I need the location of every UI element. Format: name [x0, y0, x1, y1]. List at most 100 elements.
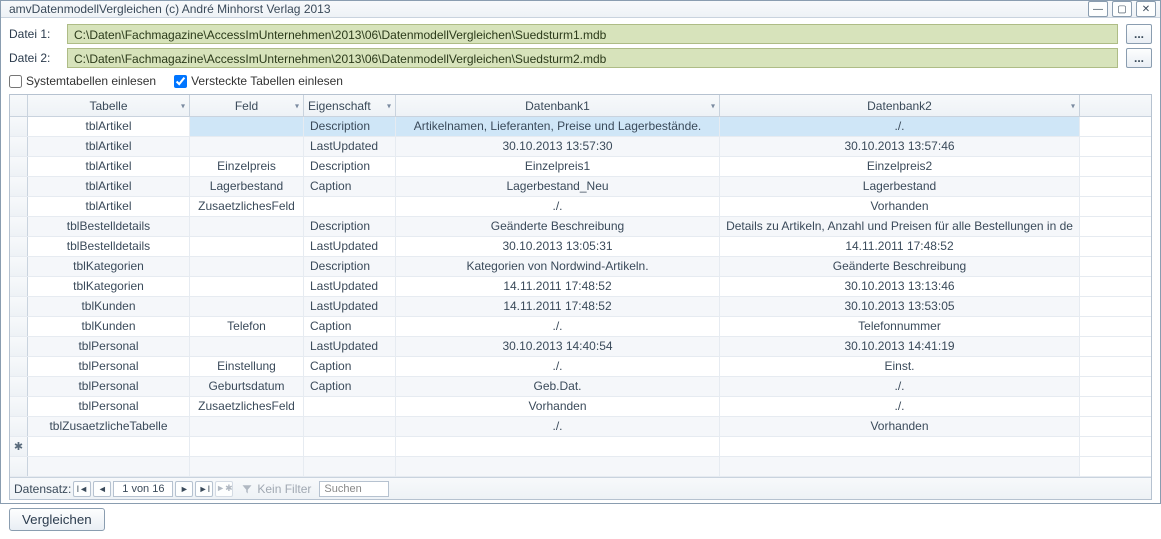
systemtables-checkbox[interactable]: Systemtabellen einlesen [9, 74, 156, 88]
hiddentables-input[interactable] [174, 75, 187, 88]
cell-feld[interactable] [190, 117, 304, 136]
row-selector[interactable] [10, 197, 28, 216]
table-row[interactable]: tblPersonalLastUpdated30.10.2013 14:40:5… [10, 337, 1151, 357]
cell-eigenschaft[interactable]: LastUpdated [304, 137, 396, 156]
cell-db1[interactable]: Artikelnamen, Lieferanten, Preise und La… [396, 117, 720, 136]
cell-db1[interactable]: ./. [396, 417, 720, 436]
cell-feld[interactable] [190, 297, 304, 316]
table-row[interactable]: tblPersonalGeburtsdatumCaptionGeb.Dat../… [10, 377, 1151, 397]
table-row[interactable]: tblPersonalZusaetzlichesFeldVorhanden./. [10, 397, 1151, 417]
row-selector[interactable] [10, 217, 28, 236]
cell-db1[interactable]: Einzelpreis1 [396, 157, 720, 176]
cell-db1[interactable]: Kategorien von Nordwind-Artikeln. [396, 257, 720, 276]
row-selector[interactable] [10, 337, 28, 356]
row-selector[interactable] [10, 177, 28, 196]
cell-db2[interactable]: ./. [720, 377, 1080, 396]
cell-db2[interactable]: Telefonnummer [720, 317, 1080, 336]
cell-db1[interactable]: 30.10.2013 14:40:54 [396, 337, 720, 356]
cell-eigenschaft[interactable]: Description [304, 157, 396, 176]
cell-eigenschaft[interactable] [304, 417, 396, 436]
table-row[interactable]: tblZusaetzlicheTabelle./.Vorhanden [10, 417, 1151, 437]
table-row[interactable]: tblKategorienDescriptionKategorien von N… [10, 257, 1151, 277]
cell-tabelle[interactable]: tblKategorien [28, 277, 190, 296]
cell-eigenschaft[interactable] [304, 397, 396, 416]
cell-eigenschaft[interactable]: LastUpdated [304, 337, 396, 356]
cell-tabelle[interactable]: tblKunden [28, 317, 190, 336]
cell-tabelle[interactable]: tblPersonal [28, 377, 190, 396]
nav-last-button[interactable]: ►I [195, 481, 213, 497]
cell-db2[interactable]: Lagerbestand [720, 177, 1080, 196]
cell-eigenschaft[interactable]: Description [304, 257, 396, 276]
compare-button[interactable]: Vergleichen [9, 508, 105, 531]
col-header-db2[interactable]: Datenbank2▾ [720, 95, 1080, 116]
chevron-down-icon[interactable]: ▾ [295, 101, 299, 110]
cell-eigenschaft[interactable]: Caption [304, 177, 396, 196]
file2-browse-button[interactable]: ... [1126, 48, 1152, 68]
table-row[interactable]: tblKundenLastUpdated14.11.2011 17:48:523… [10, 297, 1151, 317]
table-row[interactable]: tblKategorienLastUpdated14.11.2011 17:48… [10, 277, 1151, 297]
row-selector[interactable] [10, 257, 28, 276]
table-row[interactable]: tblArtikel LastUpdated30.10.2013 13:57:30… [10, 137, 1151, 157]
cell-eigenschaft[interactable]: Description [304, 117, 396, 136]
cell-tabelle[interactable]: tblBestelldetails [28, 217, 190, 236]
cell-db2[interactable]: ./. [720, 117, 1080, 136]
cell-tabelle[interactable]: tblArtikel [28, 177, 190, 196]
cell-feld[interactable]: Geburtsdatum [190, 377, 304, 396]
table-row[interactable]: tblBestelldetailsLastUpdated30.10.2013 1… [10, 237, 1151, 257]
cell-db2[interactable]: Einzelpreis2 [720, 157, 1080, 176]
nav-next-button[interactable]: ► [175, 481, 193, 497]
cell-tabelle[interactable]: tblPersonal [28, 397, 190, 416]
cell-feld[interactable] [190, 137, 304, 156]
cell-db2[interactable]: Einst. [720, 357, 1080, 376]
chevron-down-icon[interactable]: ▾ [1071, 101, 1075, 110]
table-row[interactable]: tblArtikelZusaetzlichesFeld./.Vorhanden [10, 197, 1151, 217]
cell-feld[interactable] [190, 417, 304, 436]
cell-tabelle[interactable]: tblPersonal [28, 357, 190, 376]
nav-search-input[interactable]: Suchen [319, 481, 389, 497]
minimize-button[interactable]: — [1088, 1, 1108, 17]
cell-feld[interactable]: Telefon [190, 317, 304, 336]
cell-db1[interactable]: ./. [396, 317, 720, 336]
file1-browse-button[interactable]: ... [1126, 24, 1152, 44]
table-row[interactable]: tblArtikelDescriptionArtikelnamen, Liefe… [10, 117, 1151, 137]
cell-db2[interactable]: 30.10.2013 14:41:19 [720, 337, 1080, 356]
cell-db2[interactable]: 14.11.2011 17:48:52 [720, 237, 1080, 256]
cell-db1[interactable]: 30.10.2013 13:05:31 [396, 237, 720, 256]
maximize-button[interactable]: ▢ [1112, 1, 1132, 17]
hiddentables-checkbox[interactable]: Versteckte Tabellen einlesen [174, 74, 343, 88]
row-selector[interactable] [10, 317, 28, 336]
cell-db1[interactable]: 14.11.2011 17:48:52 [396, 297, 720, 316]
cell-db2[interactable]: 30.10.2013 13:13:46 [720, 277, 1080, 296]
cell-feld[interactable]: ZusaetzlichesFeld [190, 397, 304, 416]
cell-db2[interactable]: Vorhanden [720, 197, 1080, 216]
row-selector-header[interactable] [10, 95, 28, 116]
cell-eigenschaft[interactable] [304, 197, 396, 216]
cell-db1[interactable]: Vorhanden [396, 397, 720, 416]
cell-tabelle[interactable]: tblArtikel [28, 157, 190, 176]
cell-feld[interactable] [190, 257, 304, 276]
cell-feld[interactable]: Einstellung [190, 357, 304, 376]
col-header-db1[interactable]: Datenbank1▾ [396, 95, 720, 116]
table-row[interactable]: tblKundenTelefonCaption./.Telefonnummer [10, 317, 1151, 337]
cell-eigenschaft[interactable]: Caption [304, 317, 396, 336]
file2-path[interactable]: C:\Daten\Fachmagazine\AccessImUnternehme… [67, 48, 1118, 68]
systemtables-input[interactable] [9, 75, 22, 88]
cell-eigenschaft[interactable]: Caption [304, 357, 396, 376]
table-row[interactable]: tblArtikelEinzelpreisDescriptionEinzelpr… [10, 157, 1151, 177]
cell-db2[interactable]: Details zu Artikeln, Anzahl und Preisen … [720, 217, 1080, 236]
cell-tabelle[interactable]: tblArtikel [28, 197, 190, 216]
cell-tabelle[interactable]: tblKunden [28, 297, 190, 316]
chevron-down-icon[interactable]: ▾ [387, 101, 391, 110]
row-selector[interactable] [10, 117, 28, 136]
cell-eigenschaft[interactable]: Caption [304, 377, 396, 396]
col-header-eigenschaft[interactable]: Eigenschaft▾ [304, 95, 396, 116]
new-record-row[interactable] [10, 437, 1151, 457]
cell-db2[interactable]: 30.10.2013 13:57:46 [720, 137, 1080, 156]
cell-db1[interactable]: 30.10.2013 13:57:30 [396, 137, 720, 156]
cell-db1[interactable]: Geb.Dat. [396, 377, 720, 396]
cell-tabelle[interactable]: tblArtikel [28, 137, 190, 156]
cell-tabelle[interactable]: tblBestelldetails [28, 237, 190, 256]
row-selector[interactable] [10, 137, 28, 156]
grid-body[interactable]: tblArtikelDescriptionArtikelnamen, Liefe… [10, 117, 1151, 477]
row-selector[interactable] [10, 357, 28, 376]
